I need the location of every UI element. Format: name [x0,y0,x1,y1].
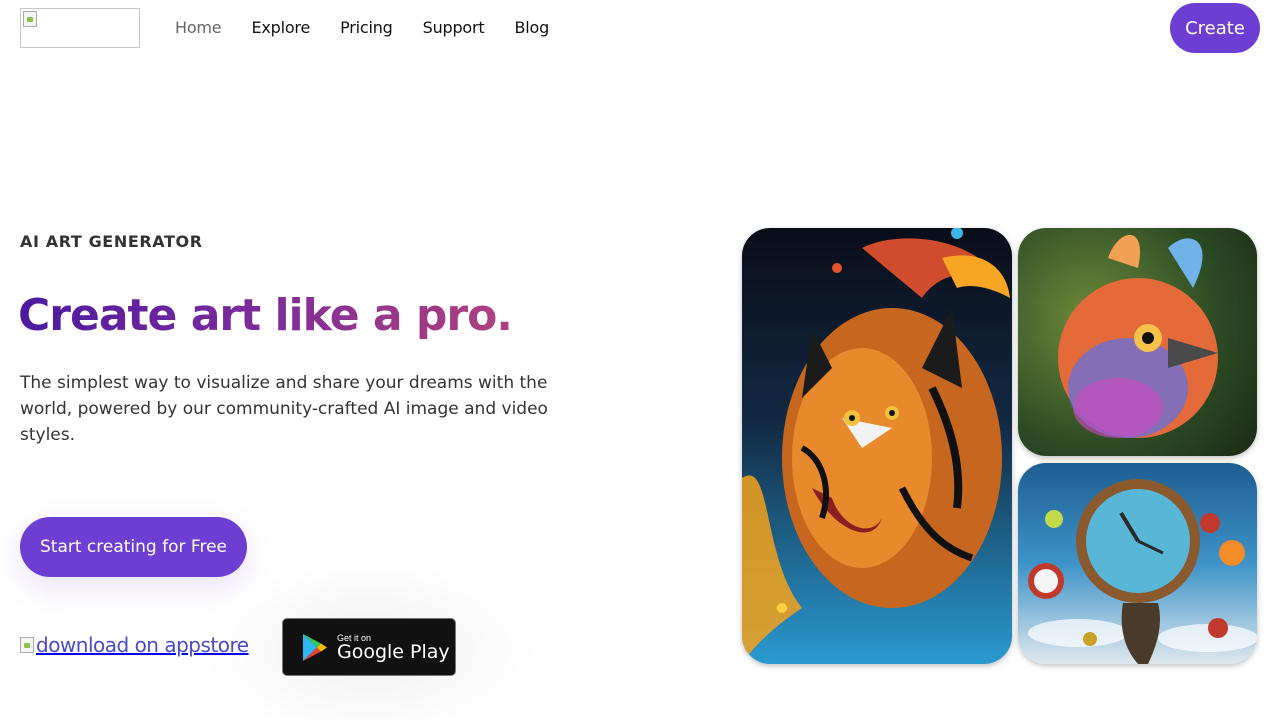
broken-image-icon [20,637,34,653]
hero-subtitle: The simplest way to visualize and share … [20,373,548,445]
nav-pricing[interactable]: Pricing [340,17,393,39]
nav-support[interactable]: Support [423,17,485,39]
nav-blog[interactable]: Blog [514,17,549,39]
google-play-big-text: Google Play [337,641,450,663]
appstore-link[interactable]: download on appstore [20,633,249,657]
google-play-icon [303,634,327,661]
create-button[interactable]: Create [1170,3,1260,53]
nav-home[interactable]: Home [175,17,222,39]
appstore-alt-text: download on appstore [36,633,249,657]
clock-illustration [1028,479,1257,664]
start-creating-button[interactable]: Start creating for Free [20,517,247,577]
gallery-image-clock [1018,463,1257,664]
main-nav: Home Explore Pricing Support Blog [175,17,549,39]
gallery-image-tiger [742,228,1012,664]
tiger-illustration [742,228,1010,664]
bird-illustration [1058,234,1218,438]
hero-headline: Create art like a pro. [18,288,513,344]
site-logo[interactable] [20,8,140,48]
nav-explore[interactable]: Explore [251,17,310,39]
broken-image-icon [23,11,37,27]
hero-eyebrow: AI ART GENERATOR [20,232,203,251]
google-play-badge[interactable]: Get it on Google Play [282,618,456,676]
gallery-image-bird [1018,228,1257,456]
